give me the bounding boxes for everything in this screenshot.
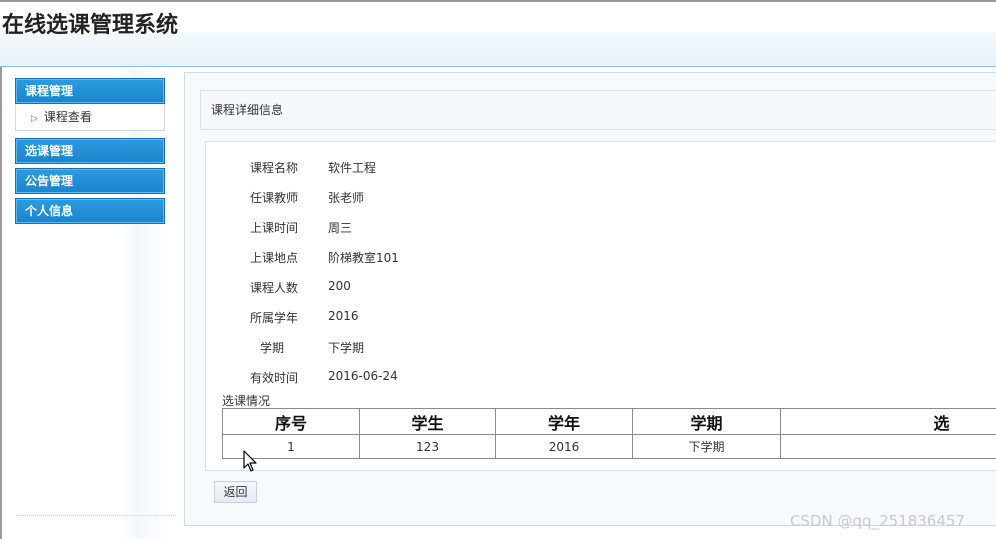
watermark: CSDN @qq_251836457 (790, 512, 965, 530)
table-row: 1 123 2016 下学期 2016-06 (222, 434, 996, 459)
menu-group-announcement: 公告管理 (15, 168, 165, 194)
page-title: 课程详细信息 (200, 90, 996, 130)
menu-header-personal-info[interactable]: 个人信息 (15, 198, 165, 224)
enrollment-caption: 选课情况 (222, 394, 271, 408)
field-class-location: 上课地点 阶梯教室101 (206, 249, 806, 269)
field-value: 2016 (328, 309, 359, 323)
column-header-student: 学生 (359, 408, 496, 435)
field-label: 学期 (259, 341, 284, 355)
app-window: 在线选课管理系统 课程管理 ▷ 课程查看 选课管理 公告管理 个人信息 课程详细信… (0, 0, 996, 539)
field-value: 张老师 (328, 191, 365, 205)
field-value: 周三 (328, 221, 353, 235)
column-header-index: 序号 (222, 408, 360, 435)
column-header-semester: 学期 (632, 408, 781, 435)
sidebar-divider (16, 515, 176, 516)
main-panel: 课程详细信息 课程名称 软件工程 任课教师 张老师 上课时间 周三 上课地点 阶… (184, 72, 996, 526)
sidebar: 课程管理 ▷ 课程查看 选课管理 公告管理 个人信息 (6, 68, 182, 539)
field-label: 课程名称 (249, 161, 298, 175)
field-course-name: 课程名称 软件工程 (206, 159, 806, 179)
field-capacity: 课程人数 200 (206, 279, 806, 299)
field-value: 200 (328, 279, 351, 293)
menu-item-course-view[interactable]: ▷ 课程查看 (15, 104, 165, 131)
app-title: 在线选课管理系统 (2, 13, 179, 38)
field-label: 任课教师 (249, 191, 298, 205)
menu-header-course-management[interactable]: 课程管理 (15, 78, 165, 104)
menu-item-label: 课程查看 (43, 110, 92, 124)
enrollment-table: 序号 学生 学年 学期 选 1 123 2016 下学期 2016-06 (222, 408, 996, 459)
field-value: 下学期 (328, 341, 365, 355)
field-label: 上课时间 (249, 221, 298, 235)
app-header: 在线选课管理系统 (0, 0, 996, 67)
field-value: 2016-06-24 (328, 369, 398, 383)
field-semester: 学期 下学期 (206, 339, 806, 359)
menu-header-enrollment-management[interactable]: 选课管理 (15, 138, 165, 164)
field-class-time: 上课时间 周三 (206, 219, 806, 239)
field-academic-year: 所属学年 2016 (206, 309, 806, 329)
field-teacher: 任课教师 张老师 (206, 189, 806, 209)
back-button[interactable]: 返回 (214, 481, 257, 503)
menu-group-course: 课程管理 ▷ 课程查看 (15, 78, 165, 131)
field-label: 所属学年 (249, 311, 298, 325)
window-edge (0, 0, 2, 539)
menu-group-profile: 个人信息 (15, 198, 165, 224)
cell-semester: 下学期 (632, 434, 781, 459)
field-label: 有效时间 (249, 371, 298, 385)
field-label: 课程人数 (249, 281, 298, 295)
triangle-right-icon: ▷ (31, 114, 38, 124)
field-label: 上课地点 (249, 251, 298, 265)
field-value: 阶梯教室101 (328, 251, 399, 265)
cell-year: 2016 (495, 434, 633, 459)
field-value: 软件工程 (328, 161, 377, 175)
mouse-pointer-icon (243, 450, 257, 472)
cell-enroll-time: 2016-06 (780, 434, 996, 459)
column-header-enroll-time: 选 (780, 408, 996, 435)
menu-group-enrollment: 选课管理 (15, 138, 165, 164)
cell-student: 123 (359, 434, 496, 459)
field-valid-date: 有效时间 2016-06-24 (206, 369, 806, 389)
column-header-year: 学年 (495, 408, 633, 435)
menu-header-announcement-management[interactable]: 公告管理 (15, 168, 165, 194)
table-header-row: 序号 学生 学年 学期 选 (222, 408, 996, 435)
course-detail-box: 课程名称 软件工程 任课教师 张老师 上课时间 周三 上课地点 阶梯教室101 … (205, 141, 996, 471)
